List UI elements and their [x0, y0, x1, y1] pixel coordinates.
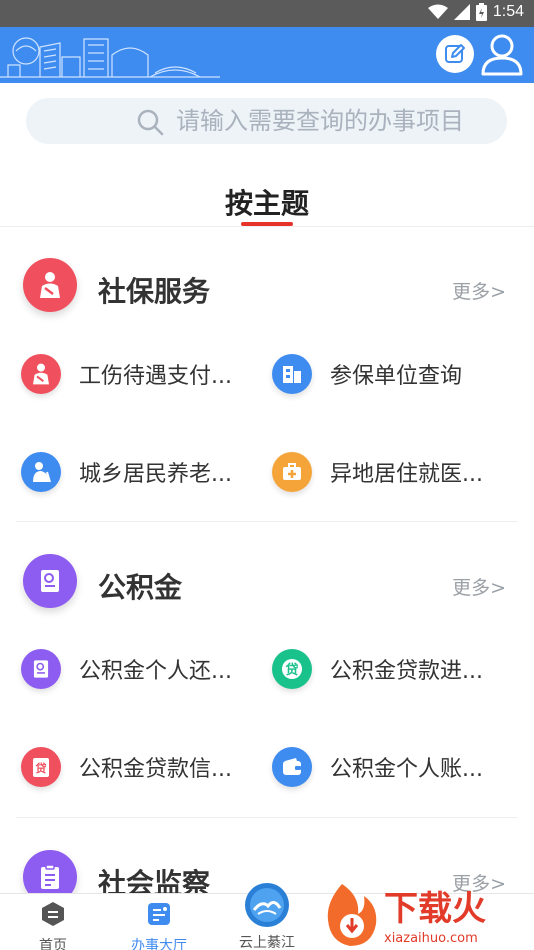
service-item-label: 公积金贷款进... [330, 659, 483, 684]
nav-service-hall[interactable]: 办事大厅 [119, 900, 199, 950]
service-item[interactable]: 城乡居民养老... [21, 452, 232, 492]
document-icon [23, 554, 77, 608]
home-icon [42, 902, 64, 926]
divider [0, 226, 534, 227]
service-item[interactable]: 工伤待遇支付... [21, 354, 232, 394]
watermark-logo: 下载火 xiazaihuo.com [312, 876, 534, 950]
more-link[interactable]: 更多> [452, 277, 506, 304]
clock: 1:54 [492, 3, 524, 20]
user-profile-icon[interactable] [480, 32, 524, 76]
service-item-label: 公积金贷款信... [79, 757, 232, 782]
injured-person-icon [23, 258, 77, 312]
svg-text:贷: 贷 [36, 761, 47, 775]
app-header [0, 27, 534, 83]
nav-label: 办事大厅 [131, 938, 187, 950]
service-item-label: 参保单位查询 [330, 364, 463, 389]
search-input[interactable]: 请输入需要查询的办事项目 [26, 98, 507, 144]
loan-doc-icon: 贷 [21, 747, 61, 787]
watermark-domain: xiazaihuo.com [384, 931, 478, 946]
svg-text:贷: 贷 [285, 662, 298, 678]
service-item[interactable]: 贷 公积金贷款进... [272, 649, 483, 689]
section-title: 社保服务 [98, 275, 211, 308]
search-icon [137, 109, 164, 136]
city-skyline-banner [0, 37, 220, 78]
signal-icon [453, 4, 470, 20]
loan-icon: 贷 [272, 649, 312, 689]
building-icon [272, 354, 312, 394]
divider [16, 521, 518, 522]
injured-person-icon [21, 354, 61, 394]
tab-by-topic[interactable]: 按主题 [0, 182, 534, 222]
service-item-label: 异地居住就医... [330, 462, 483, 487]
more-link[interactable]: 更多> [452, 573, 506, 600]
battery-icon [475, 3, 487, 21]
service-item[interactable]: 公积金个人账... [272, 747, 483, 787]
edit-button[interactable] [436, 35, 474, 73]
wifi-icon [427, 4, 448, 19]
service-item[interactable]: 异地居住就医... [272, 452, 483, 492]
cloud-qijiang-logo-icon [245, 883, 289, 927]
service-item[interactable]: 贷 公积金贷款信... [21, 747, 232, 787]
elderly-person-icon [21, 452, 61, 492]
nav-label: 云上綦江 [239, 935, 295, 950]
wallet-icon [272, 747, 312, 787]
service-item-label: 工伤待遇支付... [79, 364, 232, 389]
service-item[interactable]: 参保单位查询 [272, 354, 462, 394]
section-title: 公积金 [98, 571, 183, 604]
service-item-label: 城乡居民养老... [79, 462, 232, 487]
watermark-brand: 下载火 [384, 889, 486, 929]
search-placeholder: 请输入需要查询的办事项目 [176, 107, 464, 135]
document-icon [21, 649, 61, 689]
nav-label: 首页 [39, 938, 67, 950]
nav-home[interactable]: 首页 [13, 900, 93, 950]
medical-kit-icon [272, 452, 312, 492]
divider [16, 817, 518, 818]
service-item[interactable]: 公积金个人还... [21, 649, 232, 689]
service-item-label: 公积金个人账... [330, 757, 483, 782]
service-item-label: 公积金个人还... [79, 659, 232, 684]
service-hall-icon [148, 903, 170, 925]
edit-icon [445, 44, 465, 63]
nav-cloud-qijiang[interactable]: 云上綦江 [227, 882, 307, 950]
status-bar: 1:54 [0, 0, 534, 27]
